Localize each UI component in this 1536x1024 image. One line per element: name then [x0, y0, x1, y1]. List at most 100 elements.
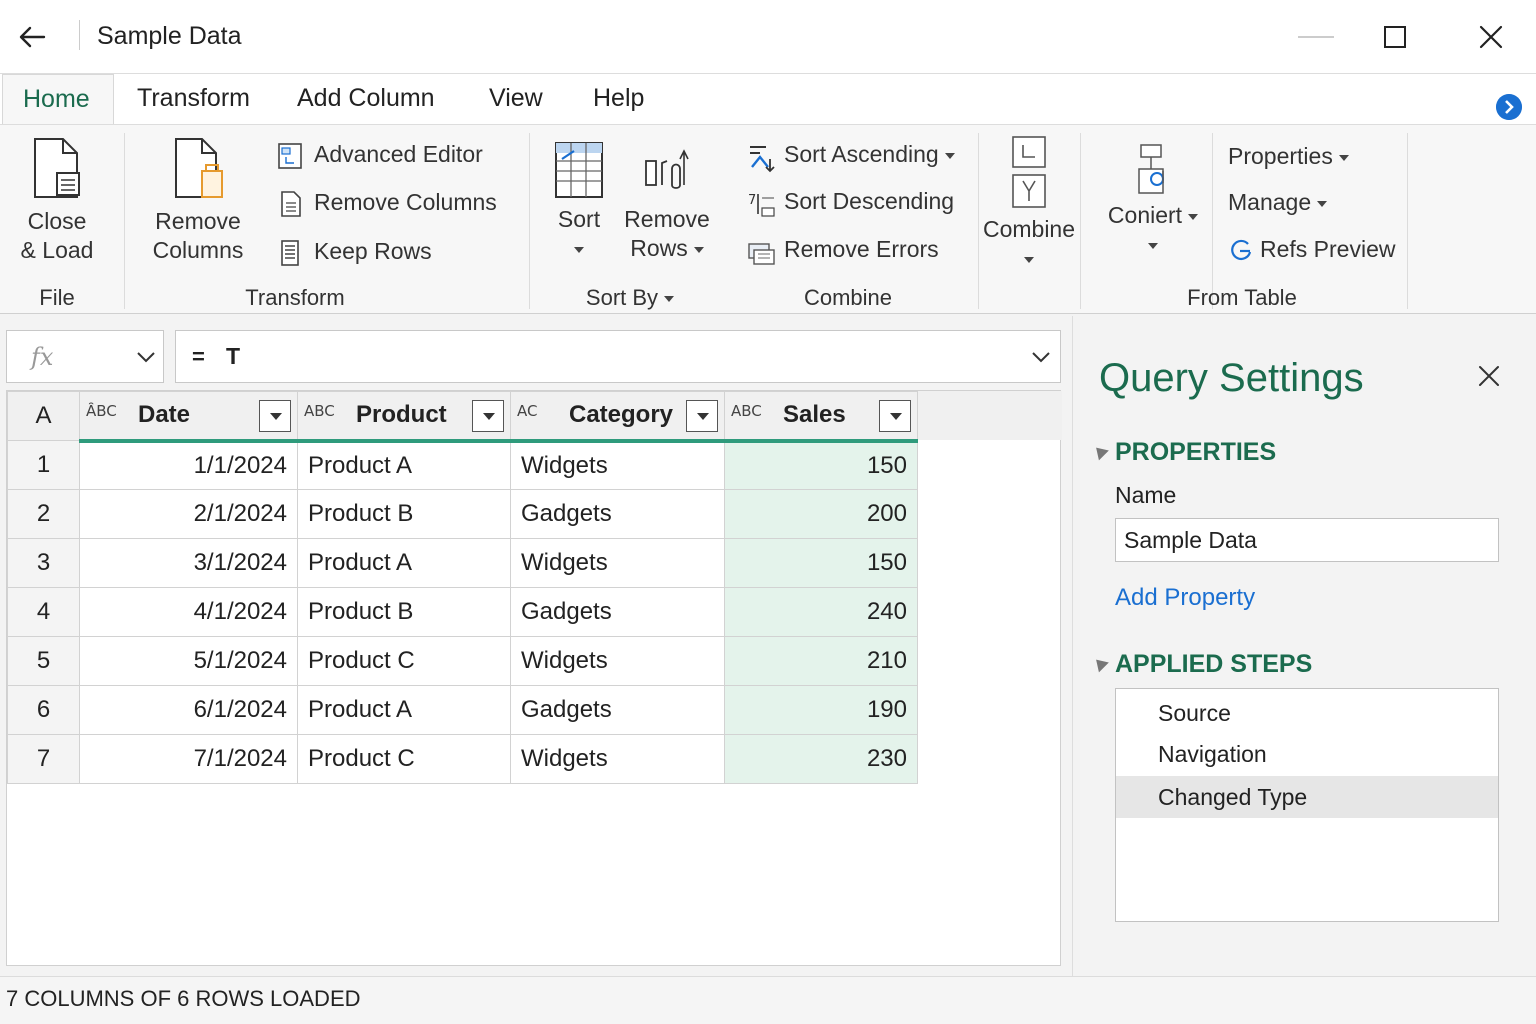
- cell-sales[interactable]: 200: [724, 489, 918, 539]
- column-header-sales[interactable]: ABC Sales: [724, 391, 918, 443]
- cell-category[interactable]: Gadgets: [510, 489, 725, 539]
- combine-caret-icon: [1024, 256, 1034, 263]
- formula-text[interactable]: T: [226, 343, 240, 370]
- tab-view[interactable]: View: [489, 74, 543, 124]
- step-changed-type[interactable]: Changed Type: [1116, 776, 1498, 818]
- close-pane-icon[interactable]: [1475, 362, 1503, 390]
- combine-button[interactable]: Combine: [982, 135, 1076, 273]
- close-window-button[interactable]: [1476, 22, 1506, 52]
- column-header-category[interactable]: AC Category: [510, 391, 725, 443]
- name-box[interactable]: fx: [6, 330, 164, 383]
- applied-steps-header[interactable]: APPLIED STEPS: [1115, 650, 1312, 679]
- cell-product[interactable]: Product B: [297, 489, 511, 539]
- tab-home[interactable]: Home: [2, 74, 114, 124]
- cell-date[interactable]: 6/1/2024: [79, 685, 298, 735]
- expand-formula-chevron-icon[interactable]: [1030, 347, 1052, 367]
- data-grid: A ȂBC Date ABC Product AC Category ABC …: [6, 390, 1062, 966]
- expand-ribbon-icon[interactable]: [1496, 94, 1522, 120]
- cell-sales[interactable]: 150: [724, 440, 918, 490]
- text-type-icon[interactable]: ABC: [731, 402, 762, 420]
- cell-product[interactable]: Product C: [297, 636, 511, 686]
- cell-date[interactable]: 2/1/2024: [79, 489, 298, 539]
- refresh-preview-button[interactable]: Refs Preview: [1228, 234, 1395, 264]
- tab-transform[interactable]: Transform: [137, 74, 250, 124]
- row-number[interactable]: 3: [7, 538, 80, 588]
- grid-corner[interactable]: A: [7, 391, 80, 441]
- cell-category[interactable]: Widgets: [510, 538, 725, 588]
- tab-add-column[interactable]: Add Column: [297, 74, 435, 124]
- cell-product[interactable]: Product A: [297, 440, 511, 490]
- remove-rows-button[interactable]: Remove Rows: [620, 139, 714, 263]
- cell-sales[interactable]: 230: [724, 734, 918, 784]
- advanced-editor-button[interactable]: Advanced Editor: [276, 139, 483, 169]
- collapse-properties-icon[interactable]: [1091, 442, 1109, 461]
- row-number[interactable]: 7: [7, 734, 80, 784]
- cell-category[interactable]: Widgets: [510, 440, 725, 490]
- table-row[interactable]: 5 5/1/2024 Product C Widgets 210: [7, 636, 918, 686]
- cell-sales[interactable]: 190: [724, 685, 918, 735]
- step-source[interactable]: Source: [1116, 692, 1498, 734]
- back-arrow-icon[interactable]: [16, 20, 50, 54]
- chevron-down-icon[interactable]: [135, 347, 157, 367]
- cell-date[interactable]: 4/1/2024: [79, 587, 298, 637]
- row-number[interactable]: 2: [7, 489, 80, 539]
- cell-product[interactable]: Product A: [297, 538, 511, 588]
- table-row[interactable]: 1 1/1/2024 Product A Widgets 150: [7, 440, 918, 490]
- formula-bar[interactable]: = T: [175, 330, 1061, 383]
- row-number[interactable]: 4: [7, 587, 80, 637]
- remove-columns-button[interactable]: Remove Columns: [276, 187, 497, 217]
- cell-sales[interactable]: 150: [724, 538, 918, 588]
- sort-descending-button[interactable]: 7 Sort Descending: [746, 186, 954, 217]
- remove-columns-big-button[interactable]: Remove Columns: [146, 135, 250, 265]
- row-number[interactable]: 5: [7, 636, 80, 686]
- cell-category[interactable]: Widgets: [510, 636, 725, 686]
- minimize-button[interactable]: [1298, 36, 1334, 38]
- column-header-product[interactable]: ABC Product: [297, 391, 511, 443]
- refresh-icon: [1231, 239, 1252, 261]
- filter-dropdown-sales[interactable]: [879, 400, 911, 432]
- table-row[interactable]: 4 4/1/2024 Product B Gadgets 240: [7, 587, 918, 637]
- fx-icon: fx: [31, 343, 54, 371]
- maximize-button[interactable]: [1384, 26, 1406, 48]
- cell-date[interactable]: 1/1/2024: [79, 440, 298, 490]
- table-row[interactable]: 2 2/1/2024 Product B Gadgets 200: [7, 489, 918, 539]
- manage-button[interactable]: Manage: [1228, 187, 1328, 217]
- cell-product[interactable]: Product B: [297, 587, 511, 637]
- cell-date[interactable]: 5/1/2024: [79, 636, 298, 686]
- keep-rows-button[interactable]: Keep Rows: [276, 236, 432, 266]
- cell-sales[interactable]: 240: [724, 587, 918, 637]
- sort-ascending-button[interactable]: Sort Ascending: [746, 139, 955, 173]
- convert-button[interactable]: Conier‍t: [1104, 141, 1202, 259]
- filter-dropdown-product[interactable]: [472, 400, 504, 432]
- properties-header[interactable]: PROPERTIES: [1115, 438, 1276, 467]
- step-navigation[interactable]: Navigation: [1116, 733, 1498, 775]
- table-row[interactable]: 7 7/1/2024 Product C Widgets 230: [7, 734, 918, 784]
- query-name-input[interactable]: [1115, 518, 1499, 562]
- text-type-icon[interactable]: ABC: [304, 402, 335, 420]
- row-number[interactable]: 6: [7, 685, 80, 735]
- tab-help[interactable]: Help: [593, 74, 644, 124]
- cell-category[interactable]: Widgets: [510, 734, 725, 784]
- properties-button[interactable]: Properties: [1228, 141, 1349, 171]
- cell-sales[interactable]: 210: [724, 636, 918, 686]
- table-row[interactable]: 3 3/1/2024 Product A Widgets 150: [7, 538, 918, 588]
- filter-dropdown-category[interactable]: [686, 400, 718, 432]
- text-type-icon[interactable]: ȂBC: [86, 402, 117, 420]
- cell-date[interactable]: 7/1/2024: [79, 734, 298, 784]
- table-row[interactable]: 6 6/1/2024 Product A Gadgets 190: [7, 685, 918, 735]
- column-header-date[interactable]: ȂBC Date: [79, 391, 298, 443]
- sort-button[interactable]: Sort: [546, 139, 612, 263]
- collapse-applied-steps-icon[interactable]: [1091, 654, 1109, 673]
- add-property-link[interactable]: Add Property: [1115, 584, 1255, 612]
- remove-errors-button[interactable]: Remove Errors: [746, 234, 939, 265]
- close-load-button[interactable]: Close & Load: [14, 135, 100, 265]
- cell-product[interactable]: Product C: [297, 734, 511, 784]
- filter-dropdown-date[interactable]: [259, 400, 291, 432]
- row-number[interactable]: 1: [7, 440, 80, 490]
- cell-category[interactable]: Gadgets: [510, 685, 725, 735]
- text-type-icon[interactable]: AC: [517, 402, 537, 420]
- cell-category[interactable]: Gadgets: [510, 587, 725, 637]
- group-label-sort-by[interactable]: Sort By: [560, 285, 700, 311]
- cell-date[interactable]: 3/1/2024: [79, 538, 298, 588]
- cell-product[interactable]: Product A: [297, 685, 511, 735]
